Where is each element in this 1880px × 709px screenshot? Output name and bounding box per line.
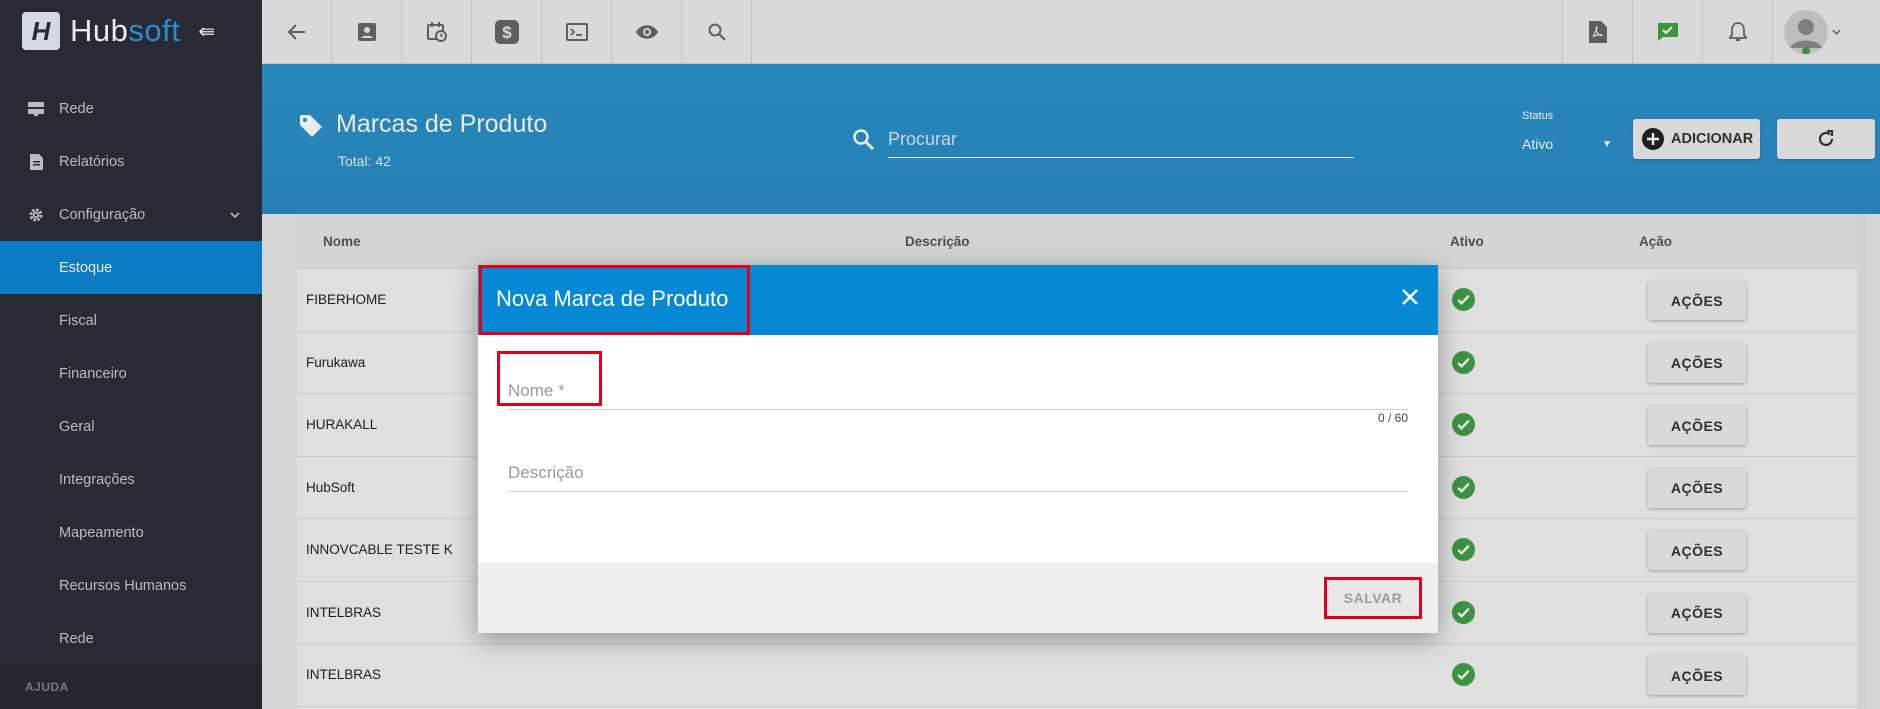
new-brand-dialog: Nova Marca de Produto 0 / 60 SALVAR [478,265,1438,633]
highlight-box [479,265,750,335]
name-field [508,373,1408,410]
description-input[interactable] [508,455,1408,491]
highlight-box [497,351,602,406]
close-icon[interactable] [1400,287,1420,307]
save-button[interactable]: SALVAR [1324,577,1422,619]
name-character-counter: 0 / 60 [1377,411,1408,425]
dialog-footer: SALVAR [478,563,1438,633]
dialog-header: Nova Marca de Produto [478,265,1438,335]
description-field [508,455,1408,492]
name-input[interactable] [508,373,1408,409]
